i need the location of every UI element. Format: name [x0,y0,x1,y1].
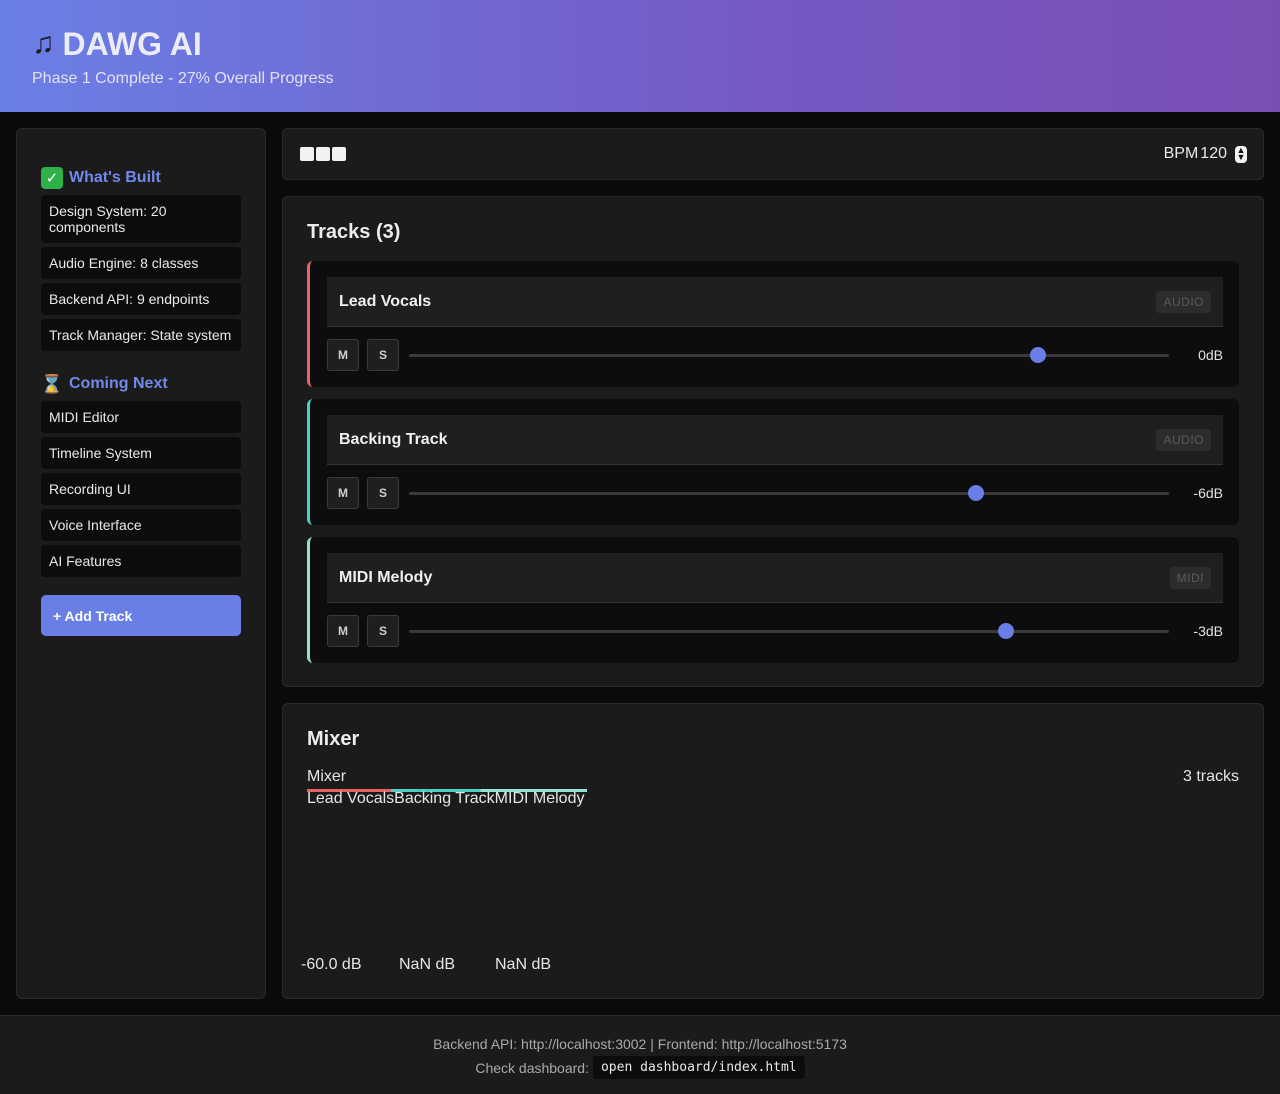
tracks-title: Tracks (3) [307,221,401,243]
track-name[interactable]: Backing Track [339,431,448,449]
transport-bar: BPM 120 ▲ ▼ [282,128,1264,180]
next-item: MIDI Editor [41,401,241,433]
track-card: Lead Vocals AUDIO M S 0dB [307,261,1239,387]
volume-slider[interactable] [409,485,1169,501]
slider-knob[interactable] [967,485,984,501]
slider-knob[interactable] [1029,347,1046,363]
dashboard-command: open dashboard/index.html [592,1056,805,1079]
built-item: Design System: 20 components [41,195,241,243]
sidebar: ✓ What's Built Design System: 20 compone… [16,128,266,999]
next-item: Timeline System [41,437,241,469]
whats-built-heading: ✓ What's Built [41,167,241,189]
built-item: Track Manager: State system [41,319,241,351]
track-name[interactable]: MIDI Melody [339,569,432,587]
next-item: Recording UI [41,473,241,505]
track-card: MIDI Melody MIDI M S -3dB [307,537,1239,663]
built-item: Audio Engine: 8 classes [41,247,241,279]
solo-button[interactable]: S [367,339,399,371]
hourglass-icon: ⌛ [40,373,64,394]
mute-button[interactable]: M [327,477,359,509]
whats-built-title: What's Built [69,169,161,186]
volume-readout: -6dB [1193,485,1223,501]
next-item: AI Features [41,545,241,577]
music-note-icon: ♫ [32,27,55,60]
volume-slider[interactable] [409,623,1169,639]
mixer-title: Mixer [307,728,360,750]
slider-rail [409,630,1169,633]
track-header: Backing Track AUDIO [327,415,1223,465]
mute-button[interactable]: M [327,615,359,647]
mixer-sub-label: Mixer [307,768,347,785]
footer: Backend API: http://localhost:3002 | Fro… [0,1015,1280,1094]
transport-buttons [299,146,347,162]
mixer-row: Mixer 3 tracks Lead VocalsBacking TrackM… [307,768,1239,808]
volume-readout: -3dB [1193,623,1223,639]
bpm-control: BPM 120 ▲ ▼ [1164,145,1247,163]
volume-readout: 0dB [1198,347,1223,363]
track-type-badge: MIDI [1169,566,1211,589]
track-card: Backing Track AUDIO M S -6dB [307,399,1239,525]
play-button[interactable] [299,146,315,162]
next-item: Voice Interface [41,509,241,541]
track-controls: M S 0dB [327,339,1223,371]
tracks-panel: Tracks (3) Lead Vocals AUDIO M S 0dB Bac… [282,196,1264,687]
progress-subtitle: Phase 1 Complete - 27% Overall Progress [32,70,334,87]
track-type-badge: AUDIO [1156,428,1211,451]
bpm-value[interactable]: 120 [1200,145,1227,163]
check-dashboard-label: Check dashboard: [475,1059,589,1076]
stop-button[interactable] [315,146,331,162]
record-button[interactable] [331,146,347,162]
footer-dashboard: Check dashboard: open dashboard/index.ht… [0,1056,1280,1079]
add-track-button[interactable]: + Add Track [41,595,241,636]
mute-button[interactable]: M [327,339,359,371]
mixer-panel: Mixer Mixer 3 tracks Lead VocalsBacking … [282,703,1264,999]
track-header: MIDI Melody MIDI [327,553,1223,603]
track-type-badge: AUDIO [1156,290,1211,313]
volume-slider[interactable] [409,347,1169,363]
built-item: Backend API: 9 endpoints [41,283,241,315]
track-name[interactable]: Lead Vocals [339,293,431,311]
track-controls: M S -6dB [327,477,1223,509]
title-row: ♫ DAWG AI [32,24,1248,64]
mixer-channel-names: Lead VocalsBacking TrackMIDI Melody [307,790,585,807]
bpm-label: BPM [1163,145,1199,162]
bpm-stepper-icon[interactable]: ▲ ▼ [1235,145,1247,163]
slider-rail [409,492,1169,495]
track-controls: M S -3dB [327,615,1223,647]
coming-next-title: Coming Next [69,375,168,392]
meter-readout: NaN dB [399,956,456,973]
solo-button[interactable]: S [367,477,399,509]
solo-button[interactable]: S [367,615,399,647]
slider-rail [409,354,1169,357]
app-header: ♫ DAWG AI Phase 1 Complete - 27% Overall… [0,0,1280,112]
mixer-track-count: 3 tracks [1182,768,1239,785]
meter-readouts: -60.0 dB NaN dB NaN dB [301,956,551,974]
coming-next-heading: ⌛ Coming Next [41,373,241,395]
meter-readout: NaN dB [495,956,552,973]
footer-urls: Backend API: http://localhost:3002 | Fro… [433,1036,847,1052]
checkmark-icon: ✓ [41,167,63,189]
track-header: Lead Vocals AUDIO [327,277,1223,327]
app-title: DAWG AI [62,26,202,62]
slider-knob[interactable] [998,623,1015,639]
meter-readout: -60.0 dB [301,956,362,973]
